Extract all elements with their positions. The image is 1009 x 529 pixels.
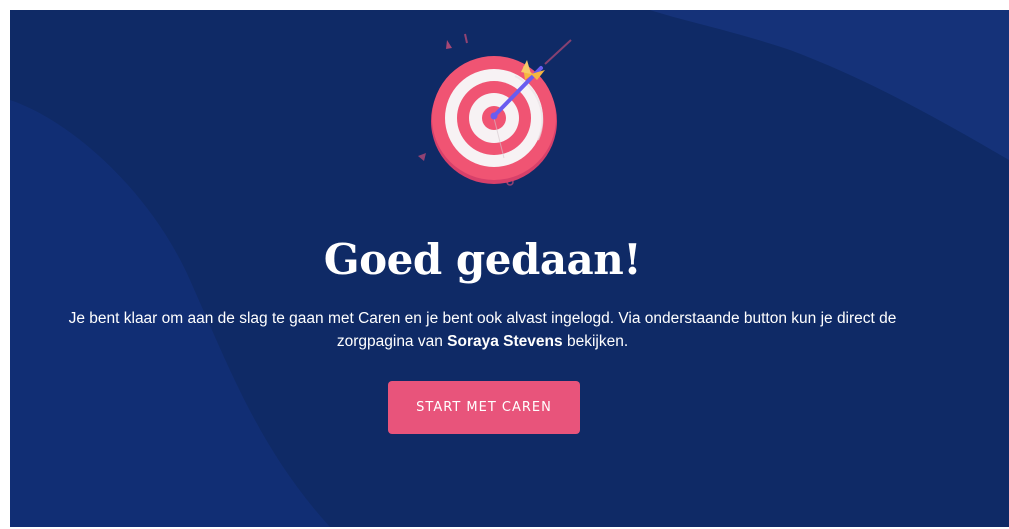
success-screen: Goed gedaan! Je bent klaar om aan de sla… — [10, 10, 1009, 527]
target-icon — [418, 33, 572, 186]
message-text-end: bekijken. — [562, 333, 629, 350]
page-title: Goed gedaan! — [323, 235, 642, 284]
intro-message: Je bent klaar om aan de slag te gaan met… — [60, 307, 905, 353]
start-caren-button[interactable]: START MET CAREN — [388, 381, 580, 434]
user-name: Soraya Stevens — [447, 333, 563, 350]
